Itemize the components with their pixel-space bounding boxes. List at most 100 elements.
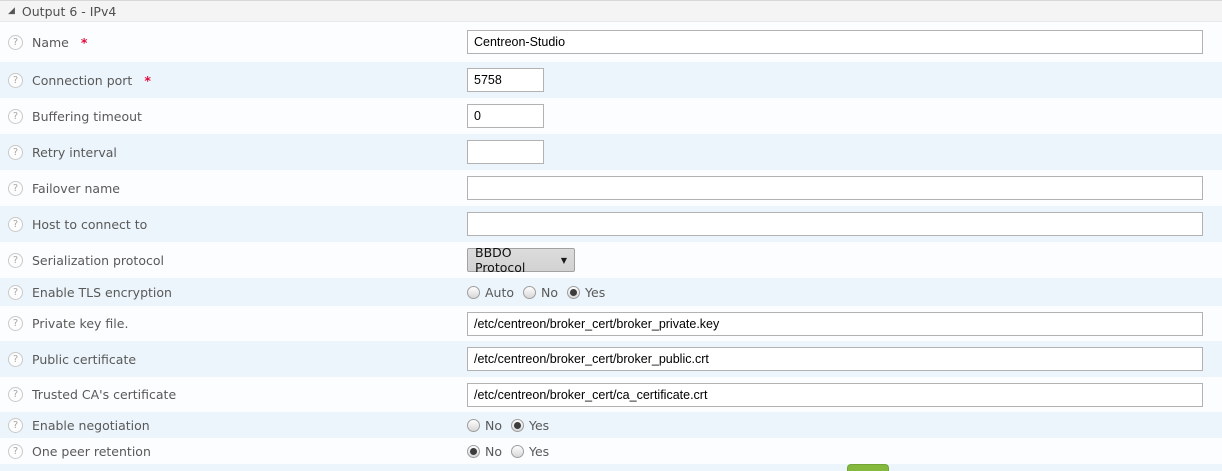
host-to-connect-input[interactable] — [467, 212, 1203, 236]
input-cell — [467, 212, 1222, 236]
radio-option-no[interactable]: No — [467, 444, 502, 459]
radio-circle-icon — [523, 286, 536, 299]
form-row-connection-port: ? Connection port * — [0, 62, 1222, 98]
input-cell — [467, 68, 1222, 92]
radio-circle-icon — [511, 445, 524, 458]
label-cell: ? Host to connect to — [0, 217, 467, 232]
field-label: Enable negotiation — [32, 418, 150, 433]
radio-label: Yes — [529, 418, 549, 433]
field-label: Buffering timeout — [32, 109, 142, 124]
radio-circle-icon — [567, 286, 580, 299]
help-icon[interactable]: ? — [8, 285, 23, 300]
label-cell: ? Private key file. — [0, 316, 467, 331]
field-label: Public certificate — [32, 352, 136, 367]
radio-label: Yes — [585, 285, 605, 300]
label-cell: ? Retry interval — [0, 145, 467, 160]
form-row-private-key-file: ? Private key file. — [0, 306, 1222, 341]
radio-option-no[interactable]: No — [467, 418, 502, 433]
form-row-enable-negotiation: ? Enable negotiation No Yes — [0, 412, 1222, 438]
field-label: Private key file. — [32, 316, 128, 331]
radio-label: No — [485, 444, 502, 459]
radio-circle-icon — [511, 419, 524, 432]
section-header[interactable]: ◢ Output 6 - IPv4 — [0, 0, 1222, 22]
help-icon[interactable]: ? — [8, 145, 23, 160]
help-icon[interactable]: ? — [8, 387, 23, 402]
required-asterisk: * — [144, 73, 151, 88]
select-value: BBDO Protocol — [475, 245, 561, 275]
trusted-ca-certificate-input[interactable] — [467, 383, 1203, 407]
radio-circle-icon — [467, 419, 480, 432]
label-cell: ? Failover name — [0, 181, 467, 196]
name-input[interactable] — [467, 30, 1203, 54]
help-icon[interactable]: ? — [8, 181, 23, 196]
required-asterisk: * — [81, 35, 88, 50]
input-cell — [467, 140, 1222, 164]
help-icon[interactable]: ? — [8, 73, 23, 88]
serialization-protocol-select[interactable]: BBDO Protocol ▼ — [467, 248, 575, 272]
help-icon[interactable]: ? — [8, 418, 23, 433]
footer-strip — [0, 464, 1222, 471]
label-cell: ? Name * — [0, 35, 467, 50]
help-icon[interactable]: ? — [8, 217, 23, 232]
section-title: Output 6 - IPv4 — [22, 4, 116, 19]
input-cell: BBDO Protocol ▼ — [467, 248, 1222, 272]
form-row-buffering-timeout: ? Buffering timeout — [0, 98, 1222, 134]
radio-option-yes[interactable]: Yes — [511, 444, 549, 459]
dropdown-arrow-icon: ▼ — [561, 256, 567, 265]
radio-circle-icon — [467, 445, 480, 458]
field-label: Name — [32, 35, 69, 50]
radio-label: No — [485, 418, 502, 433]
public-certificate-input[interactable] — [467, 347, 1203, 371]
enable-negotiation-radio-group: No Yes — [467, 418, 1222, 433]
field-label: Trusted CA's certificate — [32, 387, 176, 402]
label-cell: ? Serialization protocol — [0, 253, 467, 268]
form-row-serialization-protocol: ? Serialization protocol BBDO Protocol ▼ — [0, 242, 1222, 278]
input-cell — [467, 383, 1222, 407]
help-icon[interactable]: ? — [8, 444, 23, 459]
label-cell: ? Connection port * — [0, 73, 467, 88]
one-peer-retention-radio-group: No Yes — [467, 444, 1222, 459]
buffering-timeout-input[interactable] — [467, 104, 544, 128]
radio-option-yes[interactable]: Yes — [567, 285, 605, 300]
label-cell: ? Public certificate — [0, 352, 467, 367]
help-icon[interactable]: ? — [8, 35, 23, 50]
field-label: One peer retention — [32, 444, 151, 459]
input-cell — [467, 30, 1222, 54]
private-key-file-input[interactable] — [467, 312, 1203, 336]
field-label: Failover name — [32, 181, 120, 196]
field-label: Enable TLS encryption — [32, 285, 172, 300]
radio-label: No — [541, 285, 558, 300]
input-cell — [467, 347, 1222, 371]
field-label: Connection port — [32, 73, 132, 88]
input-cell — [467, 104, 1222, 128]
radio-option-no[interactable]: No — [523, 285, 558, 300]
radio-option-auto[interactable]: Auto — [467, 285, 514, 300]
help-icon[interactable]: ? — [8, 352, 23, 367]
form-row-retry-interval: ? Retry interval — [0, 134, 1222, 170]
field-label: Retry interval — [32, 145, 117, 160]
broker-output-panel: ◢ Output 6 - IPv4 ? Name * ? Connection … — [0, 0, 1222, 471]
form-row-name: ? Name * — [0, 22, 1222, 62]
radio-label: Yes — [529, 444, 549, 459]
save-button[interactable] — [847, 464, 889, 471]
label-cell: ? Enable negotiation — [0, 418, 467, 433]
form-row-trusted-ca-certificate: ? Trusted CA's certificate — [0, 377, 1222, 412]
input-cell — [467, 312, 1222, 336]
input-cell — [467, 176, 1222, 200]
connection-port-input[interactable] — [467, 68, 544, 92]
help-icon[interactable]: ? — [8, 253, 23, 268]
radio-option-yes[interactable]: Yes — [511, 418, 549, 433]
radio-label: Auto — [485, 285, 514, 300]
form-row-host-to-connect: ? Host to connect to — [0, 206, 1222, 242]
tls-encryption-radio-group: Auto No Yes — [467, 285, 1222, 300]
help-icon[interactable]: ? — [8, 316, 23, 331]
failover-name-input[interactable] — [467, 176, 1203, 200]
form-row-public-certificate: ? Public certificate — [0, 341, 1222, 377]
label-cell: ? One peer retention — [0, 444, 467, 459]
help-icon[interactable]: ? — [8, 109, 23, 124]
label-cell: ? Enable TLS encryption — [0, 285, 467, 300]
label-cell: ? Trusted CA's certificate — [0, 387, 467, 402]
retry-interval-input[interactable] — [467, 140, 544, 164]
label-cell: ? Buffering timeout — [0, 109, 467, 124]
radio-circle-icon — [467, 286, 480, 299]
